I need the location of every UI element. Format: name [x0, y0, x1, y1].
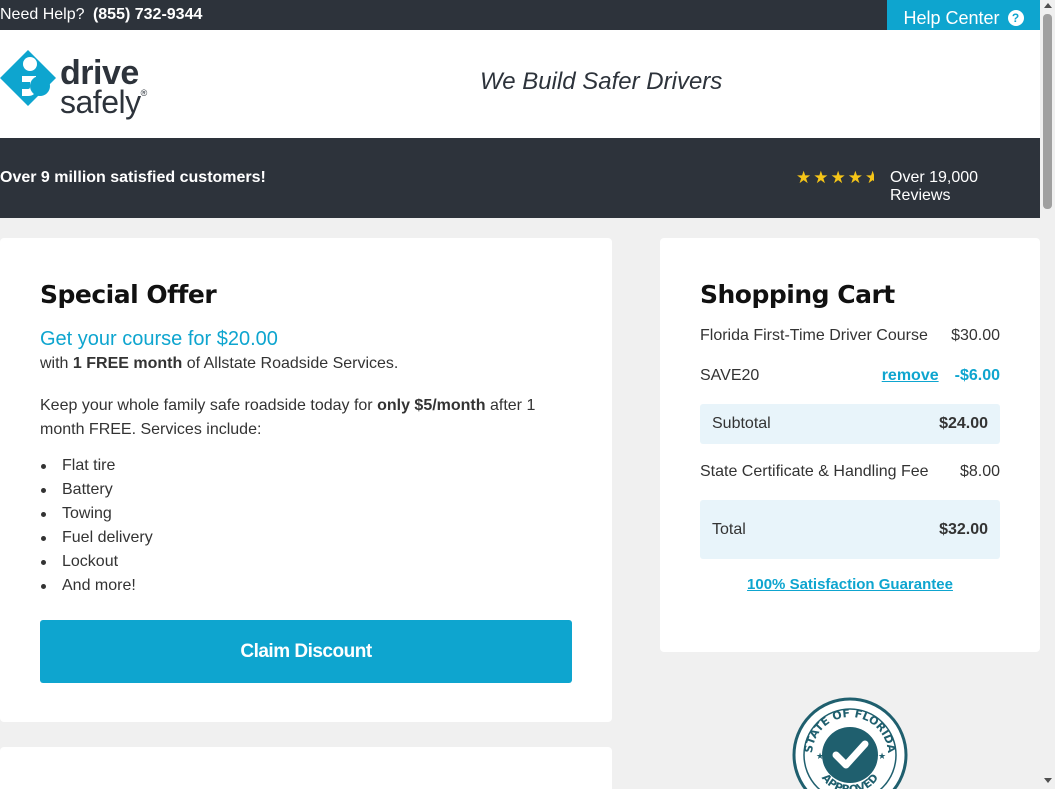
- list-item: Towing: [41, 502, 153, 526]
- header: drive safely® We Build Safer Drivers: [0, 30, 1040, 138]
- fee-row: State Certificate & Handling Fee $8.00: [700, 462, 1000, 482]
- list-item: Fuel delivery: [41, 526, 153, 550]
- shopping-cart-card: Shopping Cart Florida First-Time Driver …: [660, 238, 1040, 652]
- offer-description: Keep your whole family safe roadside tod…: [40, 397, 536, 438]
- subtotal-label: Subtotal: [712, 415, 771, 432]
- trust-banner: Over 9 million satisfied customers! ★ ★ …: [0, 138, 1040, 218]
- list-item: And more!: [41, 574, 153, 598]
- tagline: We Build Safer Drivers: [480, 68, 723, 95]
- top-bar: Need Help? (855) 732-9344: [0, 0, 1040, 30]
- state-approved-seal: STATE OF FLORIDA APPROVED ★ ★: [792, 697, 908, 789]
- remove-promo-link[interactable]: remove: [882, 367, 939, 385]
- svg-text:★: ★: [878, 751, 886, 761]
- star-icon: ★: [847, 168, 863, 187]
- half-star-icon: ★: [865, 169, 874, 187]
- list-item: Battery: [41, 478, 153, 502]
- promo-row: SAVE20 remove -$6.00: [700, 366, 1000, 386]
- services-list: Flat tire Battery Towing Fuel delivery L…: [41, 454, 153, 598]
- total-row: Total $32.00: [700, 500, 1000, 559]
- offer-price: Get your course for $20.00: [40, 328, 278, 350]
- secondary-card: [0, 747, 612, 789]
- star-icon: ★: [830, 168, 846, 187]
- list-item: Lockout: [41, 550, 153, 574]
- claim-discount-button[interactable]: Claim Discount: [40, 620, 572, 683]
- course-name: Florida First-Time Driver Course: [700, 327, 928, 344]
- seal-icon: STATE OF FLORIDA APPROVED ★ ★: [792, 697, 908, 789]
- scroll-thumb[interactable]: [1043, 14, 1052, 209]
- scroll-down-icon[interactable]: [1044, 778, 1052, 783]
- course-price: $30.00: [951, 327, 1000, 344]
- list-item: Flat tire: [41, 454, 153, 478]
- total-value: $32.00: [939, 520, 988, 538]
- star-icon: ★: [796, 168, 812, 187]
- help-text: Need Help?: [0, 6, 85, 23]
- cart-item-row: Florida First-Time Driver Course $30.00: [700, 326, 1000, 346]
- phone-number[interactable]: (855) 732-9344: [93, 6, 202, 23]
- subtotal-value: $24.00: [939, 415, 988, 432]
- logo-word-safely: safely®: [60, 84, 147, 120]
- satisfaction-guarantee-link[interactable]: 100% Satisfaction Guarantee: [660, 576, 1040, 593]
- reviews-count[interactable]: Over 19,000 Reviews: [890, 169, 1040, 205]
- promo-code: SAVE20: [700, 367, 760, 384]
- drive-safely-logo[interactable]: drive safely®: [0, 42, 170, 120]
- total-label: Total: [712, 520, 746, 538]
- fee-value: $8.00: [959, 463, 1000, 480]
- cart-title: Shopping Cart: [700, 280, 895, 309]
- help-center-label: Help Center: [903, 7, 1000, 28]
- scroll-up-icon[interactable]: [1044, 3, 1052, 8]
- star-icon: ★: [813, 168, 829, 187]
- special-offer-card: Special Offer Get your course for $20.00…: [0, 238, 612, 722]
- customers-count: Over 9 million satisfied customers!: [0, 169, 266, 186]
- offer-subline: with 1 FREE month of Allstate Roadside S…: [40, 355, 399, 372]
- offer-title: Special Offer: [40, 280, 217, 309]
- fee-label: State Certificate & Handling Fee: [700, 463, 929, 480]
- promo-discount: -$6.00: [954, 367, 1000, 384]
- question-icon: ?: [1007, 10, 1024, 26]
- help-contact: Need Help? (855) 732-9344: [0, 6, 202, 24]
- scrollbar[interactable]: [1040, 0, 1055, 789]
- logo-mark-icon: [0, 50, 56, 106]
- rating-stars: ★ ★ ★ ★ ★: [796, 169, 874, 187]
- subtotal-row: Subtotal $24.00: [700, 404, 1000, 444]
